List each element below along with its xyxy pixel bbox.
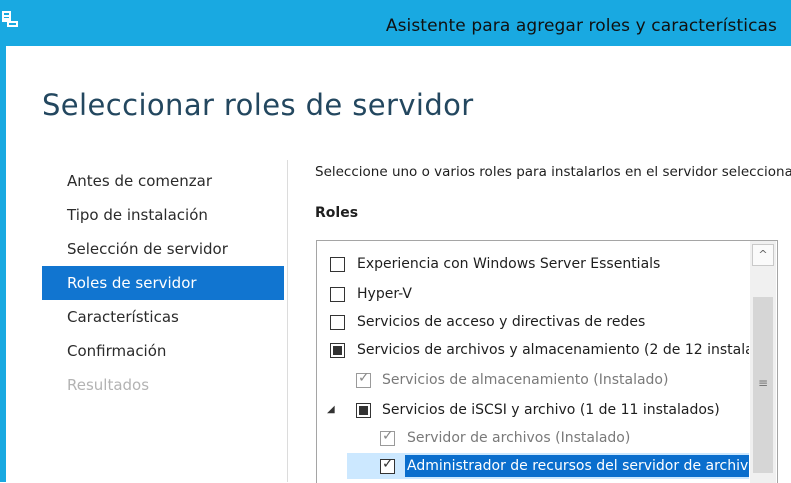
role-label: Experiencia con Windows Server Essential…	[357, 256, 661, 272]
nav-item-confirmacion[interactable]: Confirmación	[42, 334, 284, 368]
window-title: Asistente para agregar roles y caracterí…	[385, 16, 777, 36]
role-row[interactable]: Servicios de archivos y almacenamiento (…	[317, 337, 749, 363]
roles-scrollbar[interactable]: ^ ≡	[750, 241, 776, 483]
role-label: Hyper-V	[357, 286, 412, 302]
role-checkbox-checked-disabled: ✓	[356, 370, 371, 388]
role-label: Servicios de iSCSI y archivo (1 de 11 in…	[382, 402, 720, 418]
nav-item-caracteristicas[interactable]: Características	[42, 300, 284, 334]
page-title: Seleccionar roles de servidor	[42, 88, 474, 122]
scroll-up-icon[interactable]: ^	[752, 244, 774, 266]
role-checkbox-partial[interactable]	[330, 343, 345, 358]
nav-item-resultados: Resultados	[67, 376, 150, 394]
role-row-selected[interactable]: ✓ Administrador de recursos del servidor…	[347, 453, 749, 479]
title-bar: Asistente para agregar roles y caracterí…	[0, 0, 791, 46]
role-row[interactable]: Hyper-V	[317, 281, 749, 307]
role-checkbox[interactable]	[330, 287, 345, 302]
roles-tree[interactable]: Experiencia con Windows Server Essential…	[316, 240, 778, 483]
role-checkbox[interactable]	[330, 257, 345, 272]
role-checkbox-checked[interactable]: ✓	[380, 456, 395, 474]
role-row[interactable]: ◢ Servicios de iSCSI y archivo (1 de 11 …	[317, 397, 749, 423]
nav-divider	[287, 160, 288, 482]
scroll-thumb[interactable]: ≡	[753, 297, 773, 473]
nav-item-antes-de-comenzar[interactable]: Antes de comenzar	[42, 164, 284, 198]
nav-item-tipo-de-instalacion[interactable]: Tipo de instalación	[42, 198, 284, 232]
role-label: Servidor de archivos (Instalado)	[407, 430, 631, 446]
role-checkbox-partial[interactable]	[356, 403, 371, 418]
grip-icon: ≡	[757, 376, 769, 390]
role-row[interactable]: Servicios de acceso y directivas de rede…	[317, 309, 749, 335]
role-label: Servicios de archivos y almacenamiento (…	[357, 342, 749, 358]
role-row[interactable]: Experiencia con Windows Server Essential…	[317, 251, 749, 277]
intro-text: Seleccione uno o varios roles para insta…	[315, 164, 791, 180]
role-checkbox-checked-disabled: ✓	[380, 428, 395, 446]
role-row[interactable]: ✓ Servicios de almacenamiento (Instalado…	[317, 367, 749, 393]
window-border	[0, 46, 6, 482]
server-manager-icon	[2, 11, 18, 27]
expand-collapse-icon[interactable]: ◢	[327, 397, 335, 423]
nav-item-seleccion-de-servidor[interactable]: Selección de servidor	[42, 232, 284, 266]
wizard-nav: Antes de comenzar Tipo de instalación Se…	[42, 164, 284, 402]
role-row[interactable]: ✓ Servidor de archivos (Instalado)	[317, 425, 749, 451]
role-label: Administrador de recursos del servidor d…	[405, 455, 749, 477]
role-label: Servicios de almacenamiento (Instalado)	[382, 372, 669, 388]
role-label: Servicios de acceso y directivas de rede…	[357, 314, 646, 330]
nav-item-roles-de-servidor[interactable]: Roles de servidor	[42, 266, 284, 300]
role-checkbox[interactable]	[330, 315, 345, 330]
roles-heading: Roles	[315, 205, 359, 221]
